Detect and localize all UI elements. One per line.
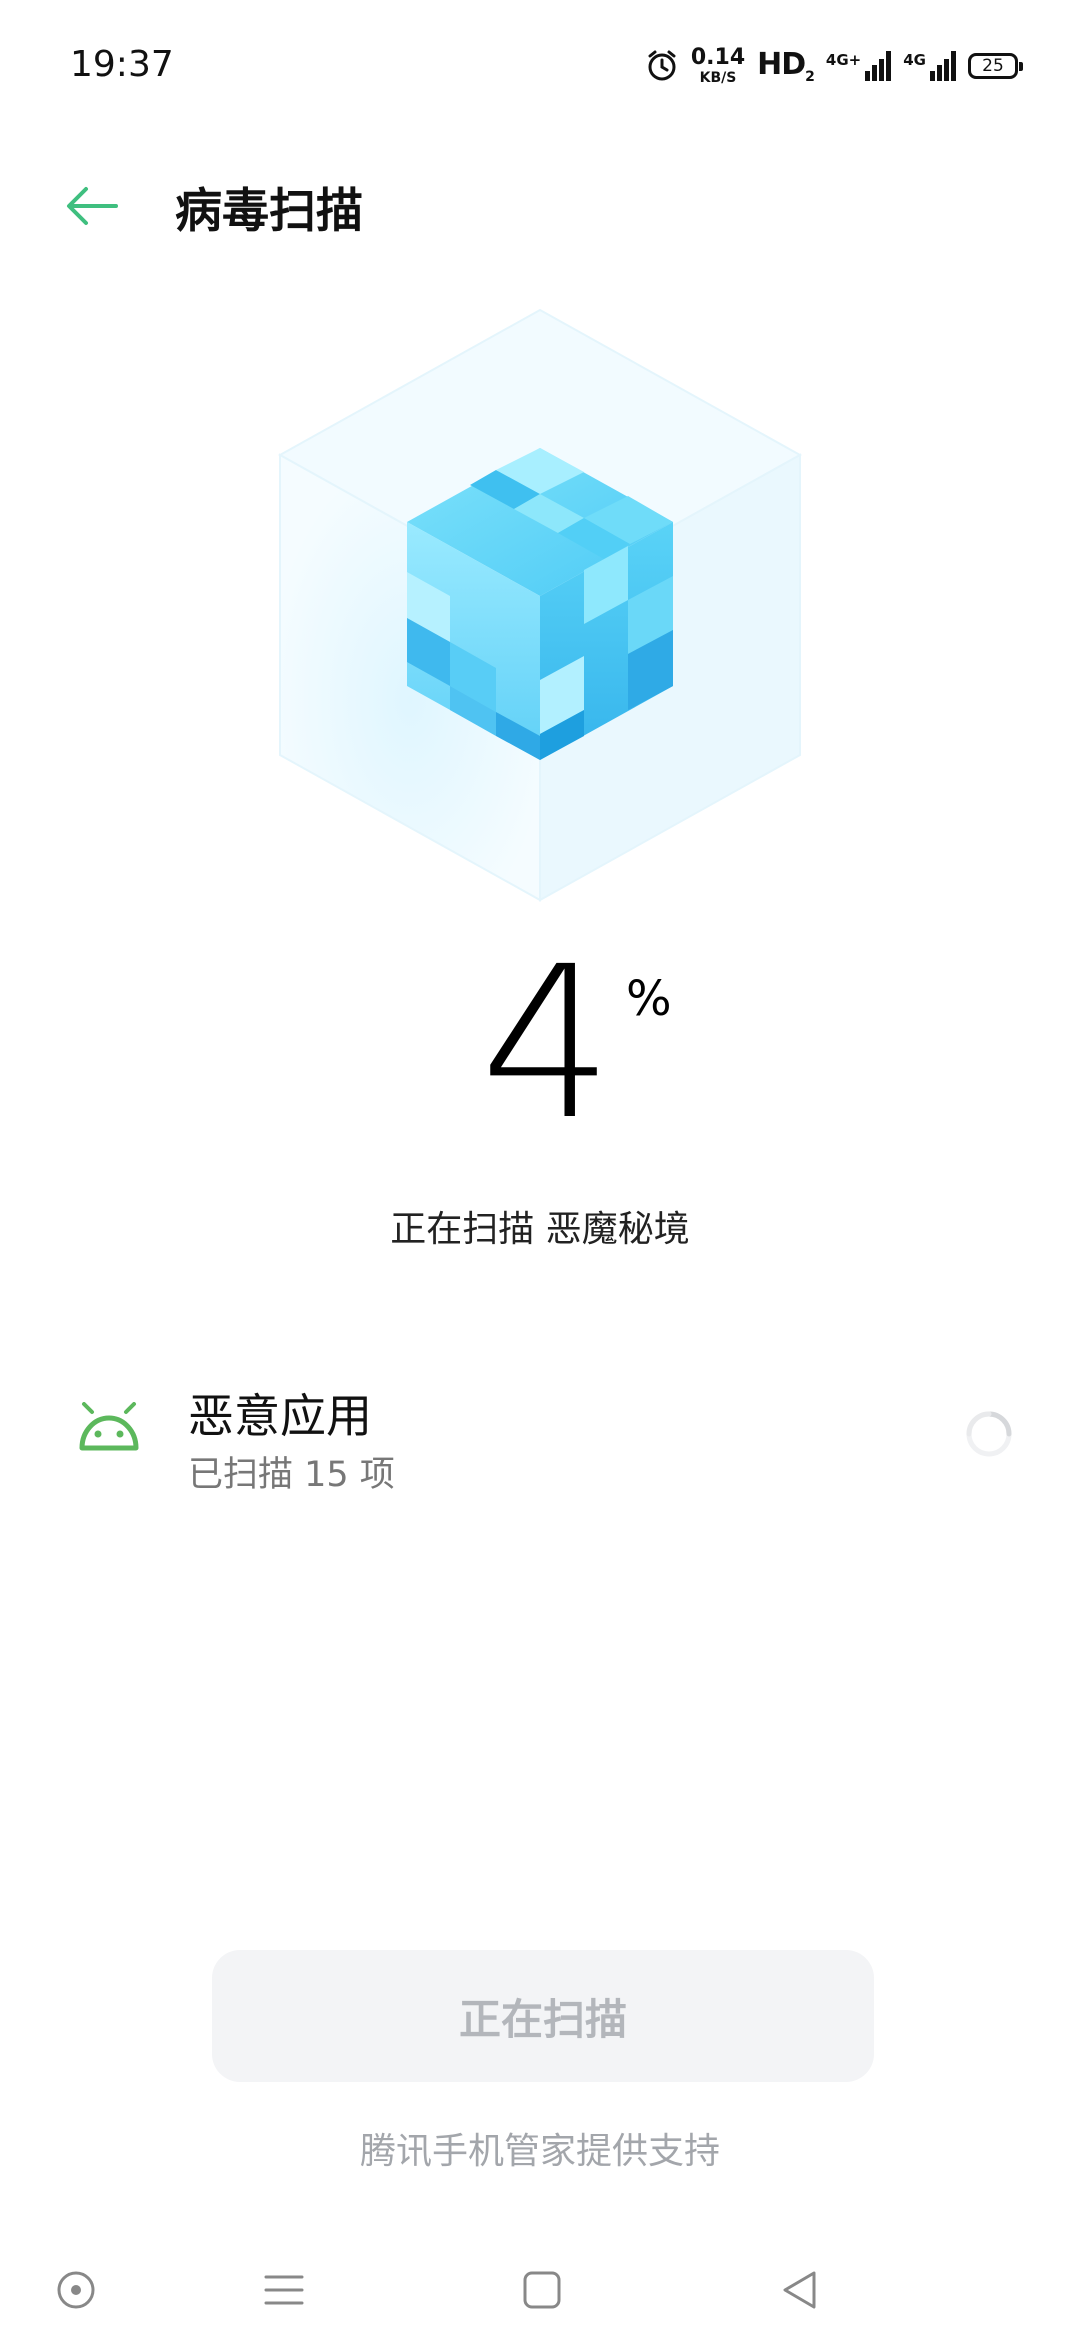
network-label-2: 4G	[903, 51, 926, 69]
scan-item-malicious-apps: 恶意应用 已扫描 15 项	[0, 1360, 1080, 1510]
hd-label: HD	[757, 47, 806, 82]
scan-item-subtitle: 已扫描 15 项	[188, 1455, 395, 1495]
android-icon	[79, 1402, 139, 1451]
scan-status-text: 正在扫描 恶魔秘境	[390, 1209, 690, 1250]
status-bar: 19:37 0.14 KB/S HD2 4G+ 4G 25	[0, 0, 1080, 130]
system-nav-bar	[0, 2240, 1080, 2340]
cube-illustration	[277, 308, 803, 902]
network-speed: 0.14 KB/S	[690, 45, 746, 86]
hd-sub: 2	[805, 69, 815, 85]
speed-value: 0.14	[690, 45, 746, 70]
powered-by-note: 腾讯手机管家提供支持	[359, 2131, 720, 2172]
hd-indicator: HD2	[757, 47, 815, 85]
battery-level: 25	[982, 56, 1004, 76]
page-title: 病毒扫描	[175, 184, 363, 239]
arrow-left-icon[interactable]	[62, 176, 122, 236]
circle-nav-icon[interactable]	[46, 2260, 106, 2320]
speed-unit: KB/S	[699, 70, 737, 86]
loading-spinner-icon	[966, 1411, 1012, 1457]
alarm-icon	[648, 50, 676, 81]
scan-item-title: 恶意应用	[188, 1389, 372, 1443]
back-nav-icon[interactable]	[770, 2260, 830, 2320]
signal-icon-2: 4G	[903, 51, 956, 81]
network-label-1: 4G+	[825, 51, 862, 69]
status-icons: 0.14 KB/S HD2 4G+ 4G 25	[645, 44, 1023, 88]
progress-value: 4	[480, 921, 614, 1166]
signal-icon: 4G+	[825, 51, 892, 81]
header: 病毒扫描	[0, 150, 1080, 260]
scanning-button[interactable]: 正在扫描	[212, 1950, 874, 2082]
home-nav-icon[interactable]	[512, 2260, 572, 2320]
status-time: 19:37	[70, 44, 174, 85]
progress-unit: %	[626, 971, 672, 1027]
progress-display: 4 %	[0, 939, 1080, 1165]
screen: 19:37 0.14 KB/S HD2 4G+ 4G 25 病毒扫描 4 % 正…	[0, 0, 1080, 2340]
battery-icon: 25	[968, 53, 1023, 79]
menu-nav-icon[interactable]	[254, 2260, 314, 2320]
